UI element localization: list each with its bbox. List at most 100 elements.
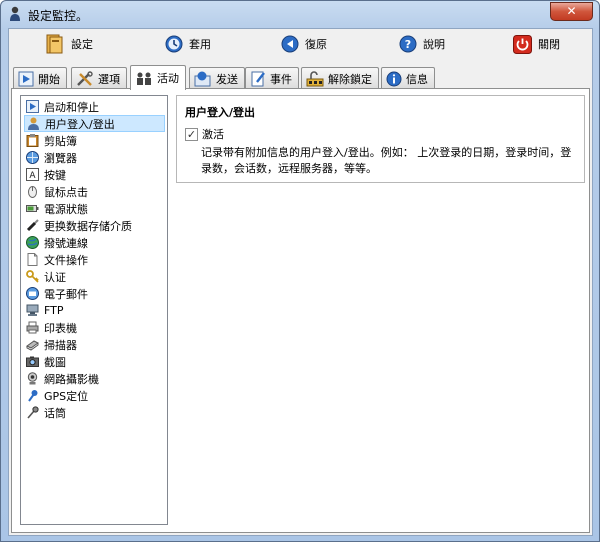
webcam-icon	[27, 372, 38, 385]
list-item-label: 網路攝影機	[44, 372, 99, 386]
help-button-label: 說明	[423, 38, 445, 51]
title-bar[interactable]: 設定監控。 ✕	[1, 1, 599, 27]
svg-text:A: A	[29, 171, 36, 181]
tab-unlock[interactable]: 解除鎖定	[301, 67, 379, 89]
list-item-label: 瀏覽器	[44, 151, 77, 165]
list-item-microphone[interactable]: 话筒	[24, 404, 165, 421]
gps-pin-icon	[28, 390, 38, 402]
detail-title: 用户登入/登出	[185, 106, 256, 119]
list-item-start-stop[interactable]: 启动和停止	[24, 98, 165, 115]
list-item-screenshot[interactable]: 截圖	[24, 353, 165, 370]
email-globe-icon	[26, 287, 39, 300]
list-item-webcam[interactable]: 網路攝影機	[24, 370, 165, 387]
apply-clock-icon	[165, 35, 183, 53]
unlock-icon	[306, 70, 324, 86]
tab-info[interactable]: 信息	[381, 67, 435, 89]
list-item-user-login[interactable]: 用户登入/登出	[24, 115, 165, 132]
usb-drive-icon	[26, 219, 39, 232]
tab-start[interactable]: 開始	[13, 67, 67, 89]
tab-options[interactable]: 選項	[71, 67, 127, 89]
list-item-clipboard[interactable]: 剪貼簿	[24, 132, 165, 149]
tab-events-label: 事件	[270, 72, 292, 86]
main-client-area: 設定 套用 復原 ? 說明 關閉 開始 選項 活动 发送 事件 解除鎖定 信息 …	[8, 28, 593, 536]
list-item-storage-media[interactable]: 更换数据存储介质	[24, 217, 165, 234]
list-item-scanner[interactable]: 掃描器	[24, 336, 165, 353]
list-item-label: 启动和停止	[44, 100, 99, 114]
list-item-label: 文件操作	[44, 253, 88, 267]
server-icon	[26, 304, 39, 316]
microphone-icon	[27, 406, 39, 419]
restore-button-label: 復原	[305, 38, 327, 51]
activity-detail-panel: 用户登入/登出 ✓ 激活 记录带有附加信息的用户登入/登出。例如： 上次登录的日…	[176, 95, 585, 183]
play-icon	[18, 71, 34, 86]
scanner-icon	[26, 340, 39, 351]
tab-options-label: 選項	[98, 72, 120, 86]
list-item-ftp[interactable]: FTP	[24, 302, 165, 319]
list-item-label: 電子郵件	[44, 287, 88, 301]
tab-events[interactable]: 事件	[245, 67, 299, 89]
app-window: 設定監控。 ✕ 設定 套用 復原 ? 說明 關閉 開始 選項 活动 发送 事件 …	[0, 0, 600, 542]
file-icon	[27, 253, 38, 266]
list-item-mouse-click[interactable]: 鼠标点击	[24, 183, 165, 200]
key-a-icon: A	[26, 168, 39, 181]
mouse-icon	[28, 186, 37, 198]
close-button-label: 關閉	[538, 38, 560, 51]
list-item-label: 掃描器	[44, 338, 77, 352]
restore-icon	[281, 35, 299, 53]
list-item-label: 剪貼簿	[44, 134, 77, 148]
apply-button-label: 套用	[189, 38, 211, 51]
tab-info-label: 信息	[406, 72, 428, 86]
list-item-browser[interactable]: 瀏覽器	[24, 149, 165, 166]
printer-icon	[26, 321, 39, 334]
send-icon	[194, 71, 211, 86]
network-globe-icon	[26, 236, 39, 249]
toolbar: 設定 套用 復原 ? 說明 關閉	[9, 29, 592, 60]
list-item-label: GPS定位	[44, 389, 89, 403]
help-button[interactable]: ? 說明	[399, 33, 445, 55]
list-item-label: 印表機	[44, 321, 77, 335]
play-icon	[26, 100, 39, 113]
clipboard-icon	[26, 134, 39, 147]
list-item-gps[interactable]: GPS定位	[24, 387, 165, 404]
restore-button[interactable]: 復原	[281, 33, 327, 55]
list-item-label: FTP	[44, 304, 64, 317]
tab-activity-label: 活动	[157, 72, 179, 85]
list-item-dialup[interactable]: 撥號連線	[24, 234, 165, 251]
list-item-file-operation[interactable]: 文件操作	[24, 251, 165, 268]
globe-icon	[26, 151, 39, 164]
activity-icon	[137, 72, 151, 85]
user-icon	[28, 117, 39, 130]
settings-button-label: 設定	[71, 38, 93, 51]
tab-send[interactable]: 发送	[189, 67, 245, 89]
list-item-email[interactable]: 電子郵件	[24, 285, 165, 302]
list-item-label: 用户登入/登出	[45, 117, 115, 131]
activate-checkbox-label[interactable]: 激活	[202, 126, 224, 142]
camera-icon	[26, 356, 39, 367]
list-item-label: 電源狀態	[44, 202, 88, 216]
power-icon	[513, 34, 532, 54]
settings-button[interactable]: 設定	[45, 33, 93, 55]
help-icon: ?	[399, 35, 417, 53]
close-button[interactable]: 關閉	[513, 33, 560, 55]
svg-text:?: ?	[405, 38, 411, 51]
activate-checkbox-row[interactable]: ✓ 激活	[185, 126, 224, 142]
list-item-printer[interactable]: 印表機	[24, 319, 165, 336]
list-item-label: 话筒	[44, 406, 66, 420]
list-item-power-state[interactable]: 電源狀態	[24, 200, 165, 217]
window-title: 設定監控。	[28, 9, 89, 23]
list-item-authentication[interactable]: 认证	[24, 268, 165, 285]
tab-activity[interactable]: 活动	[130, 65, 186, 90]
activity-list[interactable]: 启动和停止 用户登入/登出 剪貼簿 瀏覽器 A 按键 鼠标点击 電源狀態 更换数…	[20, 95, 168, 525]
activity-tab-panel: 启动和停止 用户登入/登出 剪貼簿 瀏覽器 A 按键 鼠标点击 電源狀態 更换数…	[11, 88, 590, 533]
detail-description: 记录带有附加信息的用户登入/登出。例如： 上次登录的日期，登录时间，登录数，会话…	[201, 146, 572, 175]
apply-button[interactable]: 套用	[165, 33, 211, 55]
battery-icon	[26, 205, 39, 212]
list-item-label: 更换数据存储介质	[44, 219, 132, 233]
list-item-label: 按键	[44, 168, 66, 182]
list-item-keystroke[interactable]: A 按键	[24, 166, 165, 183]
window-close-button[interactable]: ✕	[550, 2, 593, 21]
event-icon	[251, 71, 265, 86]
activate-checkbox[interactable]: ✓	[185, 127, 198, 141]
key-icon	[26, 270, 39, 283]
settings-book-icon	[46, 34, 63, 54]
